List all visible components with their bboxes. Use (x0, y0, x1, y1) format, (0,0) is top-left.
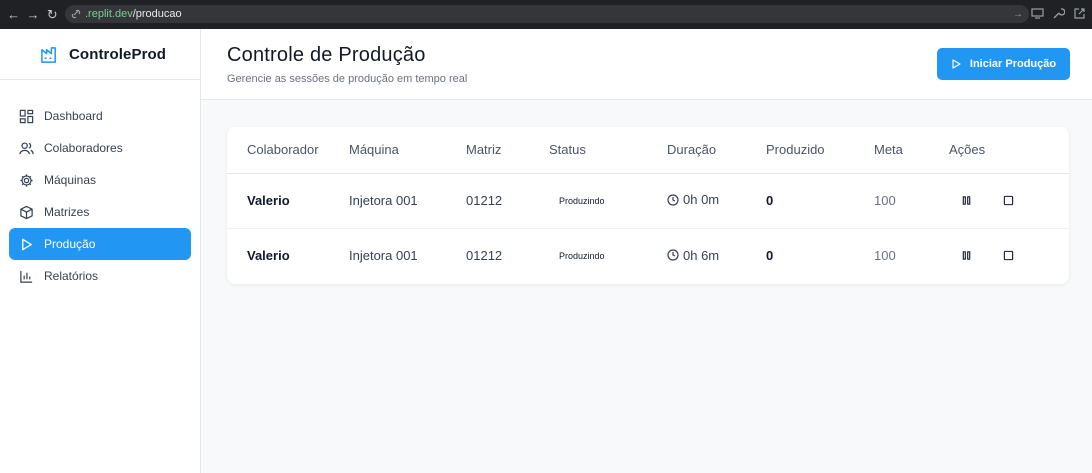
bar-chart-icon (18, 268, 34, 284)
duration-value: 0h 0m (683, 192, 720, 208)
column-header-matriz: Matriz (466, 127, 549, 174)
pause-button[interactable] (959, 194, 973, 208)
column-header-colaborador: Colaborador (227, 127, 349, 174)
cell-acoes (949, 228, 1069, 283)
grid-icon (18, 108, 34, 124)
status-badge: Produzindo (549, 248, 615, 265)
sidebar-item-label: Produção (44, 237, 96, 251)
site-info-icon[interactable] (71, 9, 81, 19)
play-icon (18, 236, 34, 252)
cell-colaborador: Valerio (247, 248, 290, 264)
sidebar: ControleProd Dashboard Colaboradores Máq… (0, 29, 201, 473)
column-header-meta: Meta (874, 127, 949, 174)
sidebar-item-dashboard[interactable]: Dashboard (9, 100, 191, 132)
stop-icon (1003, 195, 1013, 206)
url-path: /producao (132, 8, 182, 20)
forward-icon[interactable]: → (26, 7, 40, 22)
sidebar-item-label: Colaboradores (44, 141, 123, 155)
duration-value: 0h 6m (683, 247, 720, 263)
stop-icon (1003, 251, 1013, 261)
sidebar-item-label: Relatórios (44, 269, 99, 283)
column-header-acoes: Ações (949, 127, 1069, 174)
production-table: Colaborador Máquina Matriz Status Duraçã… (227, 127, 1069, 283)
brand[interactable]: ControleProd (0, 29, 200, 80)
sidebar-item-matrizes[interactable]: Matrizes (9, 196, 191, 228)
cell-meta: 100 (874, 248, 896, 264)
pause-icon (962, 196, 970, 205)
url-host: .replit.dev (85, 8, 133, 20)
cell-maquina: Injetora 001 (349, 173, 466, 229)
page-title: Controle de Produção (227, 44, 426, 66)
cell-status: Produzindo (549, 228, 667, 283)
main-content: Controle de Produção Gerencie as sessões… (201, 29, 1092, 473)
sidebar-menu: Dashboard Colaboradores Máquinas Matrize… (0, 80, 200, 292)
stop-button[interactable] (1001, 249, 1015, 263)
cell-produzido: 0 (766, 173, 874, 229)
browser-nav: ← → ↻ (0, 7, 62, 23)
cell-status: Produzindo (549, 173, 667, 229)
back-icon[interactable]: ← (7, 7, 21, 22)
cell-duracao: 0h 6m (667, 228, 766, 283)
column-header-maquina: Máquina (349, 127, 466, 174)
cell-matriz: 01212 (466, 173, 549, 229)
start-production-label: Iniciar Produção (969, 58, 1057, 70)
start-production-button[interactable]: Iniciar Produção (937, 48, 1070, 80)
sidebar-item-maquinas[interactable]: Máquinas (9, 164, 191, 196)
cell-colaborador: Valerio (227, 173, 349, 229)
sidebar-item-relatorios[interactable]: Relatórios (9, 260, 191, 292)
cell-maquina: Injetora 001 (349, 248, 418, 264)
gear-icon (18, 172, 34, 188)
cell-matriz: 01212 (466, 248, 503, 264)
sidebar-item-producao[interactable]: Produção (9, 228, 191, 260)
browser-toolbar: ← → ↻ .replit.dev/producao → (0, 0, 1092, 29)
clock-icon (667, 249, 679, 261)
wrench-icon[interactable] (1052, 7, 1066, 20)
reload-icon[interactable]: ↻ (45, 7, 59, 23)
box-icon (18, 204, 34, 220)
table-row: Valerio Injetora 001 01212 Produzindo 0h… (227, 173, 1069, 229)
monitor-icon[interactable] (1031, 7, 1044, 20)
go-icon[interactable]: → (1013, 9, 1023, 20)
status-badge: Produzindo (549, 193, 615, 209)
address-bar[interactable]: .replit.dev/producao → (65, 5, 1029, 23)
production-table-card: Colaborador Máquina Matriz Status Duraçã… (227, 127, 1069, 284)
factory-icon (41, 46, 56, 63)
external-link-icon[interactable] (1073, 7, 1086, 20)
cell-duracao: 0h 0m (667, 173, 766, 229)
sidebar-item-label: Dashboard (44, 109, 103, 123)
pause-button[interactable] (959, 249, 973, 263)
page-subtitle: Gerencie as sessões de produção em tempo… (227, 73, 468, 85)
sidebar-item-label: Máquinas (44, 173, 97, 187)
column-header-status: Status (549, 127, 667, 174)
sidebar-item-label: Matrizes (44, 205, 90, 219)
page-header: Controle de Produção Gerencie as sessões… (201, 29, 1092, 100)
pause-icon (962, 251, 970, 260)
table-row: Valerio Injetora 001 01212 Produzindo 0h… (227, 228, 1069, 283)
cell-meta: 100 (874, 173, 949, 229)
column-header-produzido: Produzido (766, 127, 874, 174)
table-header-row: Colaborador Máquina Matriz Status Duraçã… (227, 127, 1069, 174)
clock-icon (667, 194, 679, 206)
cell-produzido: 0 (766, 248, 774, 264)
stop-button[interactable] (1001, 194, 1015, 208)
play-icon (952, 59, 961, 69)
brand-name: ControleProd (69, 45, 167, 63)
cell-acoes (949, 173, 1069, 229)
sidebar-item-colaboradores[interactable]: Colaboradores (9, 132, 191, 164)
users-icon (18, 140, 34, 156)
column-header-duracao: Duração (667, 127, 766, 174)
